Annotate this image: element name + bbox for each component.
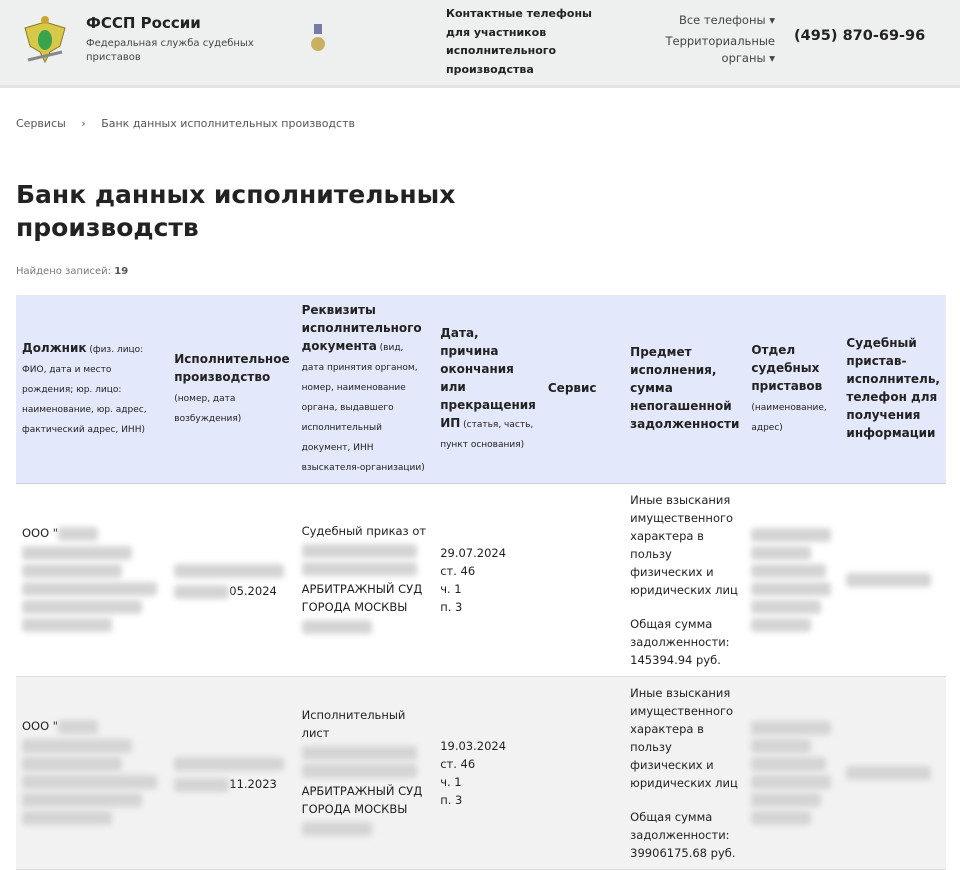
table-row: ООО " 11.2023 Исполнительный лист АРБИТРА… [16,676,946,870]
hotline-phone[interactable]: (495) 870-69-96 [794,28,925,44]
redacted-text [301,620,372,634]
site-header: ФССП России Федеральная служба судебных … [0,0,960,88]
found-count: Найдено записей: 19 [16,266,129,277]
redacted-text [301,764,417,778]
debtor-cell: ООО " [16,483,169,677]
department-cell [745,483,841,677]
redacted-text [751,564,827,578]
redacted-text [22,757,122,771]
table-row: ООО " 05.2024 Судебный приказ от АРБИТРАЖ… [16,483,946,677]
breadcrumb-current: Банк данных исполнительных производств [101,117,355,130]
end-cell: 19.03.2024 ст. 46 ч. 1 п. 3 [434,676,542,870]
redacted-text [301,822,372,836]
redacted-text [22,793,142,807]
redacted-text [301,544,417,558]
ip-cell: 05.2024 [168,483,296,677]
subject-cell: Иные взыскания имущественного характера … [624,483,746,677]
breadcrumb-separator: › [81,117,86,130]
redacted-text [301,562,417,576]
redacted-text [301,746,417,760]
redacted-text [22,618,112,632]
contacts-link[interactable]: Контактные телефоны для участников испол… [446,5,596,79]
column-header: Сервис [541,295,625,484]
redacted-text [751,528,832,542]
redacted-text [751,582,832,596]
redacted-text [22,582,157,596]
service-cell [541,676,625,870]
redacted-text [751,739,812,753]
redacted-text [751,811,812,825]
territorial-dropdown[interactable]: Территориальные органы ▾ [650,33,775,67]
redacted-text [174,757,285,771]
column-header: Предмет исполнения, сумма непогашенной з… [624,295,746,484]
document-cell: Исполнительный лист АРБИТРАЖНЫЙ СУД ГОРОД… [295,676,435,870]
redacted-text [22,600,142,614]
redacted-text [751,793,822,807]
breadcrumb: Сервисы › Банк данных исполнительных про… [16,117,367,130]
redacted-text [751,546,812,560]
site-subtitle: Федеральная служба судебных приставов [86,38,254,63]
column-header: Судебный пристав-исполнитель, телефон дл… [840,295,946,484]
redacted-text [751,775,832,789]
fssp-emblem-logo[interactable] [20,12,70,68]
redacted-text [174,564,285,578]
document-cell: Судебный приказ от АРБИТРАЖНЫЙ СУД ГОРОДА… [295,483,435,677]
all-phones-dropdown[interactable]: Все телефоны ▾ [650,12,775,29]
service-cell [541,483,625,677]
site-title[interactable]: ФССП России [86,14,266,32]
redacted-text [846,573,932,587]
column-header: Должник (физ. лицо: ФИО, дата и место ро… [16,295,169,484]
redacted-text [751,600,822,614]
bailiff-cell [840,483,946,677]
results-table: Должник (физ. лицо: ФИО, дата и место ро… [16,295,946,870]
end-cell: 29.07.2024 ст. 46 ч. 1 п. 3 [434,483,542,677]
redacted-text [22,546,132,560]
redacted-text [22,564,122,578]
redacted-text [751,721,832,735]
redacted-text [22,739,132,753]
medal-icon [311,24,325,51]
column-header: Исполнительное производство (номер, дата… [168,295,296,484]
breadcrumb-services[interactable]: Сервисы [16,117,66,130]
column-header: Отдел судебных приставов (наименование, … [745,295,841,484]
page-title: Банк данных исполнительных производств [16,180,456,242]
column-header: Дата, причина окончания или прекращения … [434,295,542,484]
redacted-text [751,757,827,771]
subject-cell: Иные взыскания имущественного характера … [624,676,746,870]
redacted-text [22,775,157,789]
redacted-text [22,811,112,825]
ip-cell: 11.2023 [168,676,296,870]
bailiff-cell [840,676,946,870]
redacted-text [846,766,932,780]
redacted-text [751,618,812,632]
column-header: Реквизиты исполнительного документа (вид… [295,295,435,484]
debtor-cell: ООО " [16,676,169,870]
department-cell [745,676,841,870]
